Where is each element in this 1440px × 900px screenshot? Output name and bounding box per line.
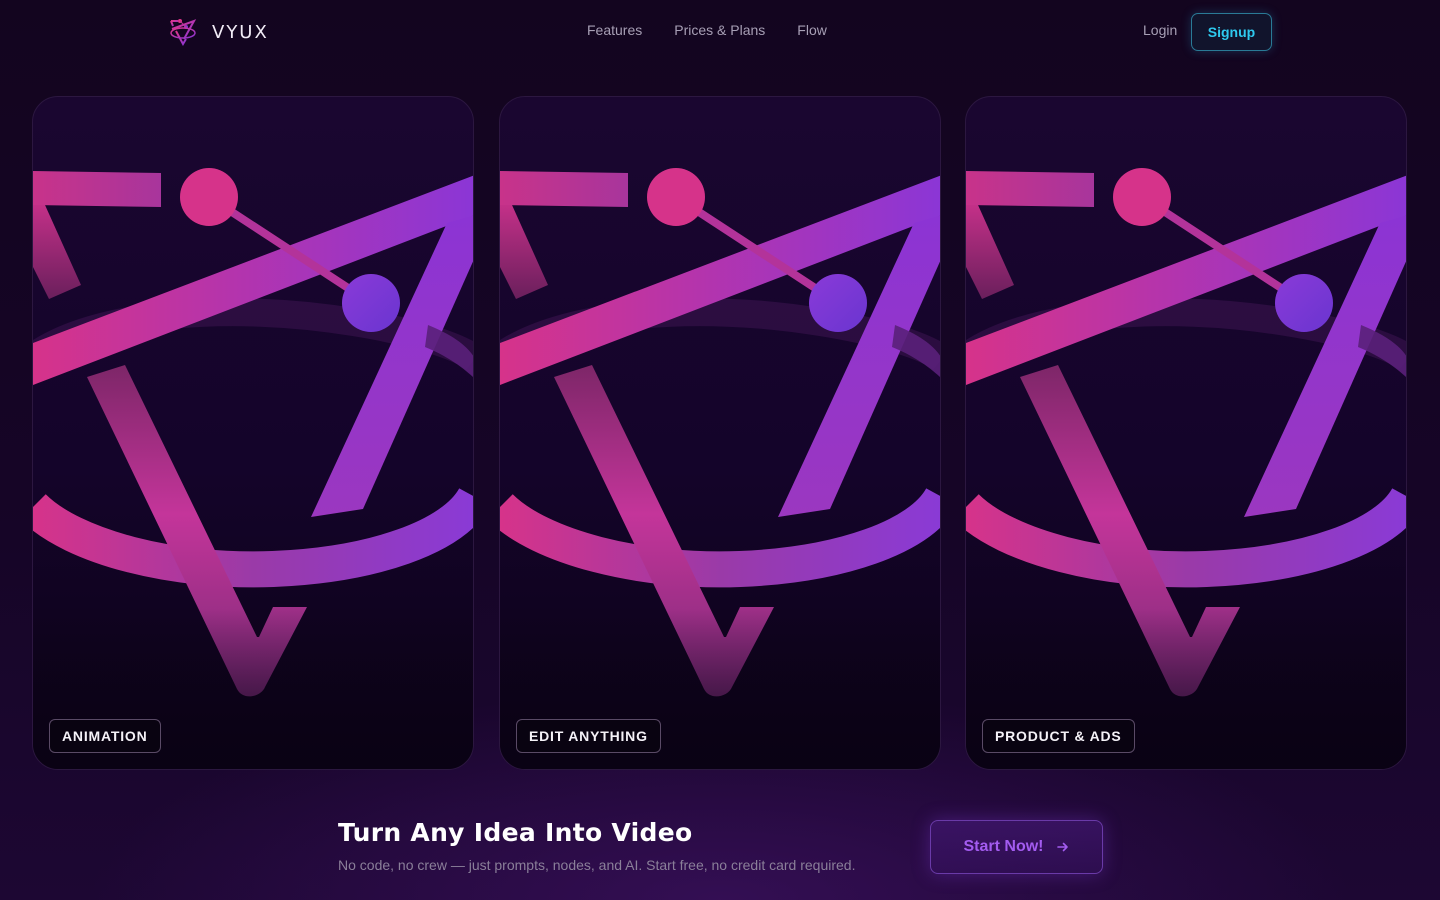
login-link[interactable]: Login [1143,22,1177,38]
start-now-label: Start Now! [963,838,1044,855]
card-tag: ANIMATION [49,719,161,753]
brand[interactable]: VYUX [168,16,269,48]
cta-subtitle: No code, no crew — just prompts, nodes, … [338,857,856,873]
cta-title: Turn Any Idea Into Video [338,818,693,847]
nav-links: Features Prices & Plans Flow [587,22,827,38]
feature-card-product-ads[interactable]: PRODUCT & ADS [965,96,1407,770]
feature-card-edit-anything[interactable]: EDIT ANYTHING [499,96,941,770]
nav-link-prices-plans[interactable]: Prices & Plans [674,22,765,38]
vyux-logo-icon [170,19,197,47]
start-now-button[interactable]: Start Now! [930,820,1103,874]
brand-name: VYUX [212,21,269,43]
card-tag: EDIT ANYTHING [516,719,661,753]
nav-link-flow[interactable]: Flow [797,22,827,38]
card-tag: PRODUCT & ADS [982,719,1135,753]
signup-button[interactable]: Signup [1191,13,1272,51]
nav-link-features[interactable]: Features [587,22,642,38]
feature-card-animation[interactable]: ANIMATION [32,96,474,770]
arrow-right-icon [1056,842,1068,852]
top-nav: VYUX Features Prices & Plans Flow Login … [0,0,1440,64]
